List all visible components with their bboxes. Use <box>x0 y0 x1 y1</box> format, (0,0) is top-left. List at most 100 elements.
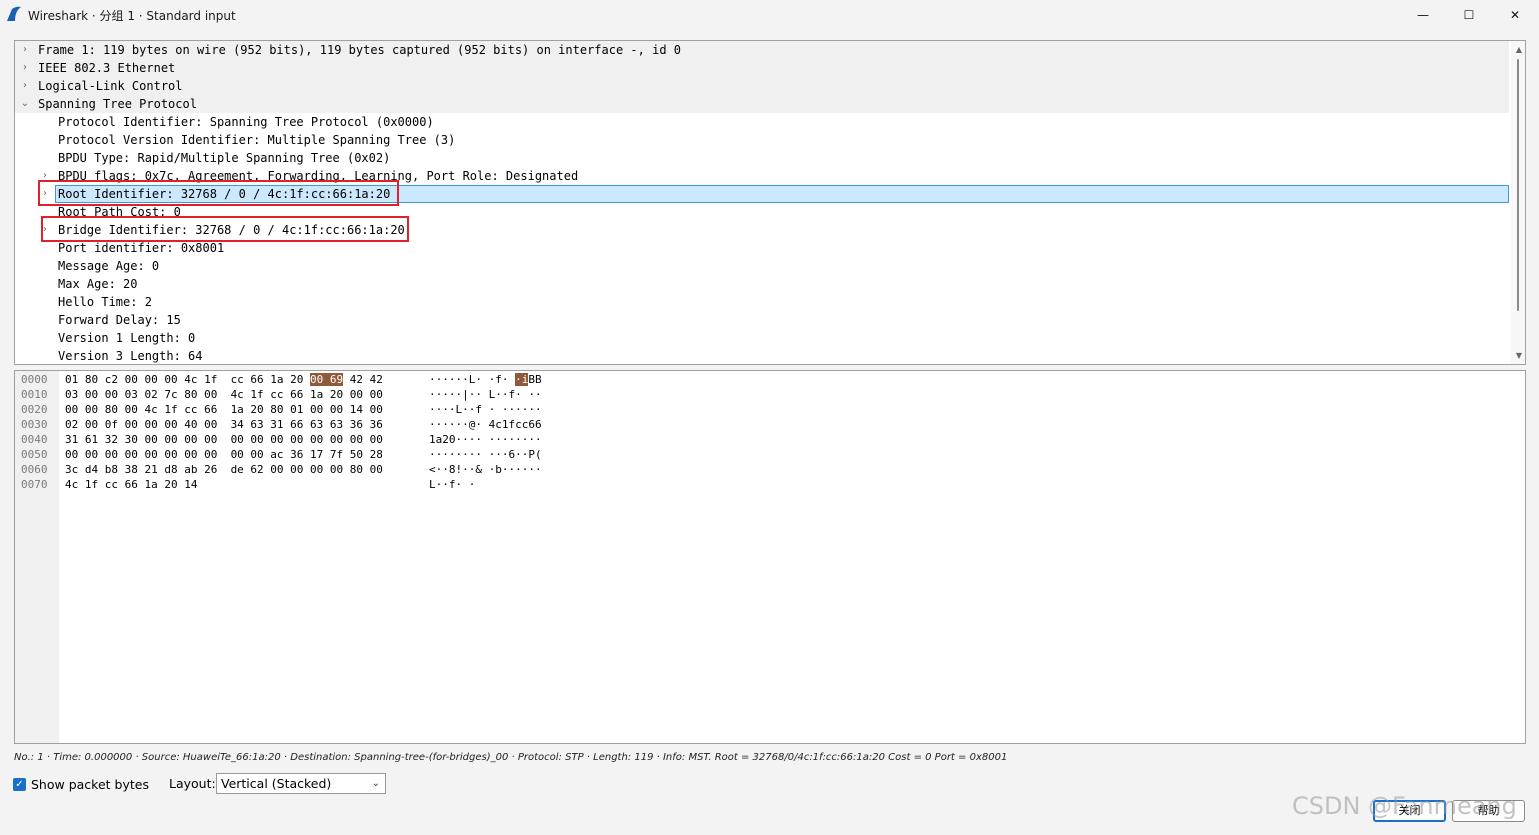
byte-row[interactable]: 0010 03 00 00 03 02 7c 80 00 4c 1f cc 66 … <box>15 387 1515 402</box>
help-button[interactable]: 帮助 <box>1452 800 1525 822</box>
hex-bytes[interactable]: 3c d4 b8 38 21 d8 ab 26 de 62 00 00 00 0… <box>65 462 383 477</box>
title-bar: Wireshark · 分组 1 · Standard input — ☐ ✕ <box>0 0 1539 30</box>
tree-row-label: Root Path Cost: 0 <box>58 205 181 219</box>
tree-row-label: BPDU flags: 0x7c, Agreement, Forwarding,… <box>58 169 579 183</box>
hex-text: 00 00 80 00 4c 1f cc 66 1a 20 80 01 00 0… <box>65 403 383 416</box>
byte-row[interactable]: 0040 31 61 32 30 00 00 00 00 00 00 00 00 … <box>15 432 1515 447</box>
wireshark-fin-icon <box>7 6 21 21</box>
close-button[interactable]: 关闭 <box>1373 800 1446 822</box>
ascii-bytes[interactable]: ····L··f · ······ <box>429 402 542 417</box>
ascii-text: ······@· 4c1fcc66 <box>429 418 542 431</box>
tree-row-label: Message Age: 0 <box>58 259 160 273</box>
tree-row[interactable]: Message Age: 0 <box>15 257 1509 275</box>
ascii-bytes[interactable]: ······@· 4c1fcc66 <box>429 417 542 432</box>
layout-select[interactable]: Vertical (Stacked) ⌄ <box>216 773 386 794</box>
ascii-text: L··f· · <box>429 478 476 491</box>
tree-row-label: Version 1 Length: 0 <box>58 331 196 345</box>
tree-row[interactable]: › Logical-Link Control <box>15 77 1509 95</box>
byte-offset: 0060 <box>21 463 48 476</box>
collapsed-arrow-icon[interactable]: › <box>19 59 31 77</box>
tree-row-label: Frame 1: 119 bytes on wire (952 bits), 1… <box>38 43 681 57</box>
ascii-bytes[interactable]: <··8!··& ·b······ <box>429 462 542 477</box>
ascii-text: 1a20···· ········ <box>429 433 542 446</box>
tree-row[interactable]: › BPDU flags: 0x7c, Agreement, Forwarding… <box>15 167 1509 185</box>
hex-bytes[interactable]: 31 61 32 30 00 00 00 00 00 00 00 00 00 0… <box>65 432 383 447</box>
hex-bytes[interactable]: 00 00 00 00 00 00 00 00 00 00 ac 36 17 7… <box>65 447 383 462</box>
tree-row[interactable]: BPDU Type: Rapid/Multiple Spanning Tree … <box>15 149 1509 167</box>
byte-row[interactable]: 0050 00 00 00 00 00 00 00 00 00 00 ac 36 … <box>15 447 1515 462</box>
hex-bytes[interactable]: 00 00 80 00 4c 1f cc 66 1a 20 80 01 00 0… <box>65 402 383 417</box>
tree-row[interactable]: Max Age: 20 <box>15 275 1509 293</box>
show-packet-bytes-checkbox[interactable]: ✓ Show packet bytes <box>13 776 149 792</box>
byte-offset: 0010 <box>21 388 48 401</box>
tree-row-label: Port identifier: 0x8001 <box>58 241 225 255</box>
tree-row[interactable]: Protocol Version Identifier: Multiple Sp… <box>15 131 1509 149</box>
ascii-bytes[interactable]: L··f· · <box>429 477 475 492</box>
byte-row[interactable]: 0000 01 80 c2 00 00 00 4c 1f cc 66 1a 20 … <box>15 372 1515 387</box>
tree-row-label: Root Identifier: 32768 / 0 / 4c:1f:cc:66… <box>58 187 391 201</box>
tree-row-label: Protocol Identifier: Spanning Tree Proto… <box>58 115 434 129</box>
window-title: Wireshark · 分组 1 · Standard input <box>28 9 236 23</box>
checkmark-icon[interactable]: ✓ <box>13 777 26 791</box>
collapsed-arrow-icon[interactable]: › <box>39 167 51 185</box>
collapsed-arrow-icon[interactable]: › <box>19 41 31 59</box>
packet-summary-status: No.: 1 · Time: 0.000000 · Source: Huawei… <box>14 752 1008 763</box>
byte-offset: 0000 <box>21 373 48 386</box>
collapsed-arrow-icon[interactable]: › <box>39 221 51 239</box>
ascii-text: <··8!··& ·b······ <box>429 463 542 476</box>
hex-text: 02 00 0f 00 00 00 40 00 34 63 31 66 63 6… <box>65 418 383 431</box>
show-packet-bytes-label: Show packet bytes <box>31 776 149 792</box>
byte-offset: 0040 <box>21 433 48 446</box>
tree-row[interactable]: Version 1 Length: 0 <box>15 329 1509 347</box>
byte-row[interactable]: 0060 3c d4 b8 38 21 d8 ab 26 de 62 00 00 … <box>15 462 1515 477</box>
tree-row-label: Bridge Identifier: 32768 / 0 / 4c:1f:cc:… <box>58 223 405 237</box>
tree-row-label: IEEE 802.3 Ethernet <box>38 61 176 75</box>
packet-bytes-pane[interactable]: 0000 01 80 c2 00 00 00 4c 1f cc 66 1a 20 … <box>14 370 1526 744</box>
scrollbar-thumb[interactable] <box>1517 59 1519 311</box>
packet-details-tree[interactable]: Version 3 Length: 64 Version 1 Length: 0 F… <box>14 40 1526 365</box>
byte-row[interactable]: 0070 4c 1f cc 66 1a 20 14 L··f· · <box>15 477 1515 492</box>
tree-row[interactable]: Forward Delay: 15 <box>15 311 1509 329</box>
tree-row[interactable]: Root Path Cost: 0 <box>15 203 1509 221</box>
close-icon: ✕ <box>1509 8 1521 22</box>
tree-row-label: Spanning Tree Protocol <box>38 97 197 111</box>
maximize-button[interactable]: ☐ <box>1446 0 1492 30</box>
tree-row[interactable]: › Bridge Identifier: 32768 / 0 / 4c:1f:cc… <box>15 221 1509 239</box>
tree-scrollbar[interactable]: ▲ ▼ <box>1511 41 1525 364</box>
collapsed-arrow-icon[interactable]: › <box>39 185 51 203</box>
tree-row[interactable]: Protocol Identifier: Spanning Tree Proto… <box>15 113 1509 131</box>
tree-row[interactable]: › IEEE 802.3 Ethernet <box>15 59 1509 77</box>
tree-row[interactable]: Hello Time: 2 <box>15 293 1509 311</box>
collapsed-arrow-icon[interactable]: › <box>19 77 31 95</box>
byte-row[interactable]: 0030 02 00 0f 00 00 00 40 00 34 63 31 66 … <box>15 417 1515 432</box>
tree-row-label: Version 3 Length: 64 <box>58 349 203 363</box>
tree-row[interactable]: › Root Identifier: 32768 / 0 / 4c:1f:cc:6… <box>15 185 1509 203</box>
ascii-text: ·····|·· L··f· ·· <box>429 388 542 401</box>
ascii-text: ····L··f · ······ <box>429 403 542 416</box>
tree-row[interactable]: Version 3 Length: 64 <box>15 347 1509 364</box>
ascii-bytes[interactable]: ········ ···6··P( <box>429 447 542 462</box>
tree-row-label: Logical-Link Control <box>38 79 183 93</box>
hex-bytes[interactable]: 02 00 0f 00 00 00 40 00 34 63 31 66 63 6… <box>65 417 383 432</box>
close-window-button[interactable]: ✕ <box>1492 0 1538 30</box>
byte-offset: 0050 <box>21 448 48 461</box>
ascii-bytes[interactable]: 1a20···· ········ <box>429 432 542 447</box>
hex-text: 3c d4 b8 38 21 d8 ab 26 de 62 00 00 00 0… <box>65 463 383 476</box>
tree-row[interactable]: ⌄ Spanning Tree Protocol <box>15 95 1509 113</box>
expanded-arrow-icon[interactable]: ⌄ <box>19 95 31 113</box>
ascii-bytes[interactable]: ······L· ·f· ·iBB <box>429 372 542 387</box>
layout-select-value: Vertical (Stacked) <box>221 776 332 791</box>
scroll-down-icon[interactable]: ▼ <box>1511 349 1525 363</box>
ascii-bytes[interactable]: ·····|·· L··f· ·· <box>429 387 542 402</box>
hex-bytes[interactable]: 01 80 c2 00 00 00 4c 1f cc 66 1a 20 00 6… <box>65 372 383 387</box>
scroll-up-icon[interactable]: ▲ <box>1511 43 1525 57</box>
tree-row[interactable]: › Frame 1: 119 bytes on wire (952 bits), … <box>15 41 1509 59</box>
layout-label: Layout: <box>169 776 216 791</box>
ascii-text: ········ ···6··P( <box>429 448 542 461</box>
tree-row[interactable]: Port identifier: 0x8001 <box>15 239 1509 257</box>
hex-text: 03 00 00 03 02 7c 80 00 4c 1f cc 66 1a 2… <box>65 388 383 401</box>
hex-bytes[interactable]: 03 00 00 03 02 7c 80 00 4c 1f cc 66 1a 2… <box>65 387 383 402</box>
byte-row[interactable]: 0020 00 00 80 00 4c 1f cc 66 1a 20 80 01 … <box>15 402 1515 417</box>
minimize-button[interactable]: — <box>1400 0 1446 30</box>
hex-bytes[interactable]: 4c 1f cc 66 1a 20 14 <box>65 477 197 492</box>
